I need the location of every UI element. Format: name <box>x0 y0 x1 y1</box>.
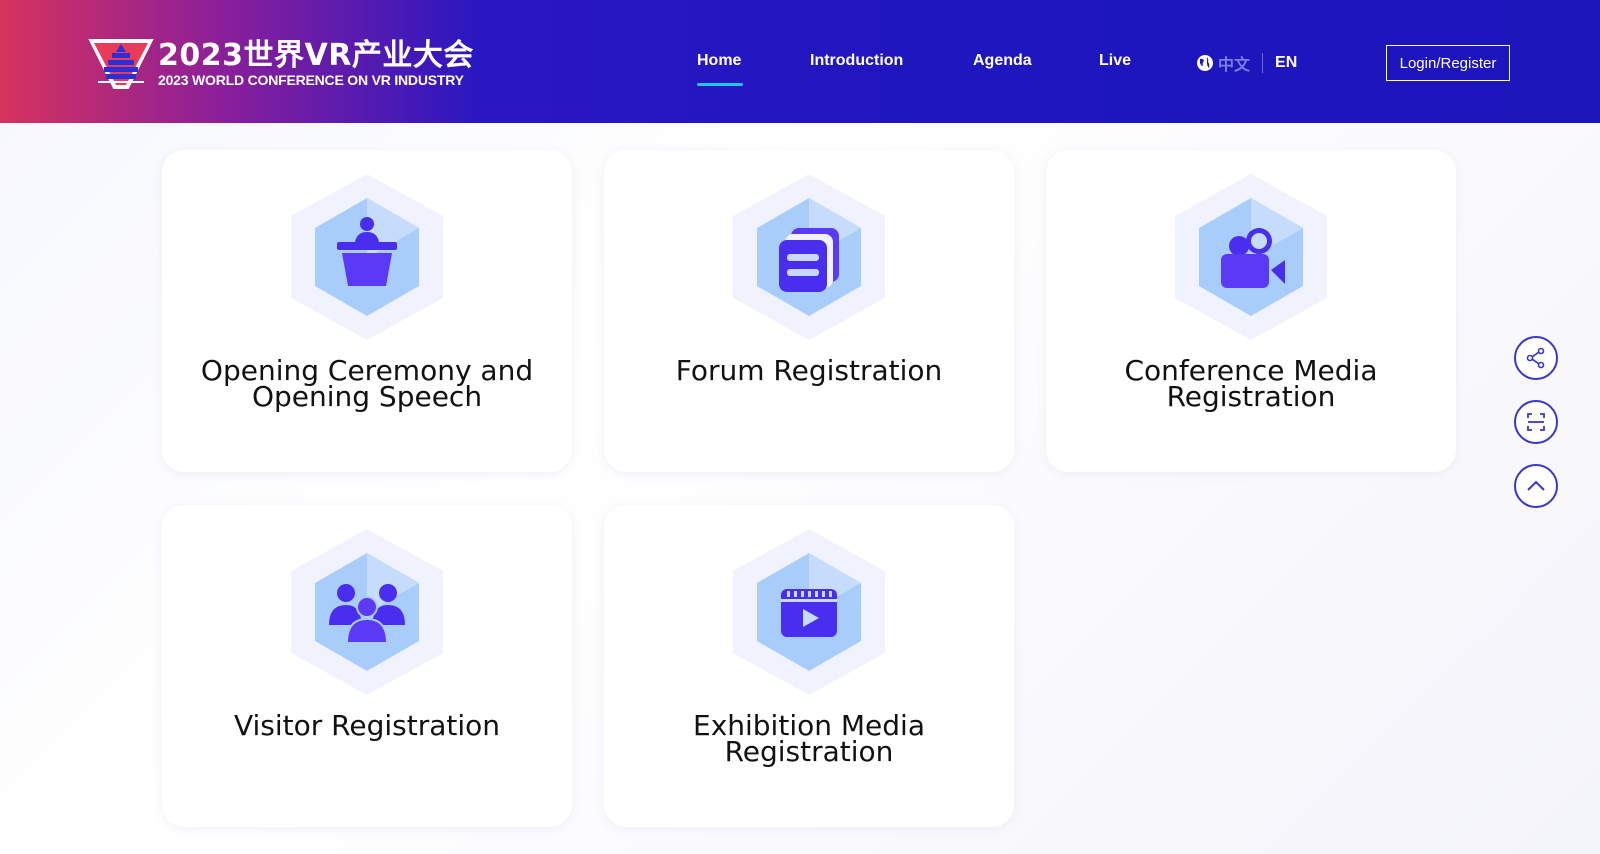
share-button[interactable] <box>1514 336 1558 380</box>
card-label: Forum Registration <box>675 354 943 387</box>
lang-divider <box>1262 53 1264 73</box>
lang-option-chinese[interactable]: 中文 <box>1218 51 1250 75</box>
nav-live[interactable]: Live <box>1099 52 1131 70</box>
lang-option-english[interactable]: EN <box>1275 54 1297 72</box>
video-camera-icon <box>1175 174 1327 340</box>
site-logo[interactable]: 2023世界VR产业大会 2023 WORLD CONFERENCE ON VR… <box>88 36 474 92</box>
nav-agenda[interactable]: Agenda <box>973 52 1032 70</box>
scan-button[interactable] <box>1514 400 1558 444</box>
top-header: 2023世界VR产业大会 2023 WORLD CONFERENCE ON VR… <box>0 0 1600 123</box>
logo-title-en: 2023 WORLD CONFERENCE ON VR INDUSTRY <box>158 72 464 88</box>
forum-docs-icon <box>733 174 885 340</box>
podium-icon <box>291 174 443 340</box>
card-exhibition-media-registration[interactable]: Exhibition Media Registration <box>604 505 1014 827</box>
active-nav-underline <box>697 83 743 86</box>
card-label: Visitor Registration <box>233 709 501 742</box>
logo-text: 2023世界VR产业大会 2023 WORLD CONFERENCE ON VR… <box>158 38 474 89</box>
card-label: Conference Media Registration <box>1124 354 1378 413</box>
card-opening-ceremony[interactable]: Opening Ceremony and Opening Speech <box>162 150 572 472</box>
card-conference-media-registration[interactable]: Conference Media Registration <box>1046 150 1456 472</box>
card-label: Exhibition Media Registration <box>693 709 925 768</box>
group-people-icon <box>291 529 443 695</box>
card-visitor-registration[interactable]: Visitor Registration <box>162 505 572 827</box>
login-register-button[interactable]: Login/Register <box>1386 45 1510 81</box>
logo-title-cn: 2023世界VR产业大会 <box>158 38 474 73</box>
globe-icon <box>1197 55 1213 71</box>
scan-icon <box>1527 413 1545 431</box>
language-switcher: 中文 EN <box>1196 51 1297 75</box>
logo-pagoda-icon <box>88 39 154 89</box>
chevron-up-icon <box>1527 480 1545 491</box>
nav-introduction[interactable]: Introduction <box>810 52 903 70</box>
card-forum-registration[interactable]: Forum Registration <box>604 150 1014 472</box>
nav-home[interactable]: Home <box>697 52 741 70</box>
back-to-top-button[interactable] <box>1514 464 1558 508</box>
video-play-icon <box>733 529 885 695</box>
share-icon <box>1526 347 1545 369</box>
card-label: Opening Ceremony and Opening Speech <box>200 354 534 413</box>
